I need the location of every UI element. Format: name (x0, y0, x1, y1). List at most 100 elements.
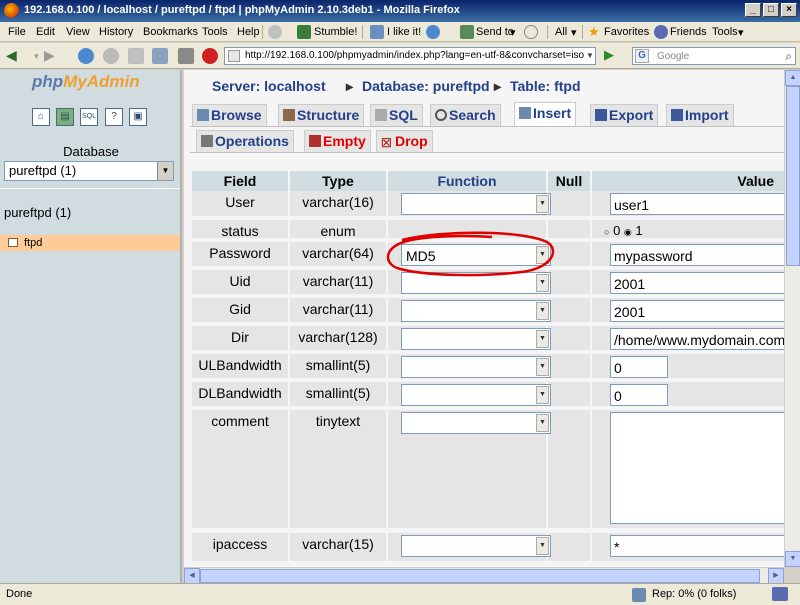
tab-empty[interactable]: Empty (304, 130, 371, 152)
breadcrumb-database[interactable]: Database: pureftpd (362, 78, 490, 94)
comment-textarea[interactable] (610, 412, 800, 524)
pinterest-icon[interactable] (202, 48, 218, 64)
thumbs-down-icon[interactable] (426, 25, 440, 39)
database-select[interactable]: pureftpd (1) ▼ (4, 161, 174, 181)
chevron-down-icon[interactable]: ▾ (738, 26, 744, 39)
chevron-down-icon[interactable]: ▼ (536, 330, 549, 348)
function-select[interactable]: ▼ (401, 412, 551, 434)
chevron-down-icon[interactable]: ▼ (536, 386, 549, 404)
menu-view[interactable]: View (66, 26, 90, 38)
value-input[interactable]: 2001 (610, 272, 800, 294)
sidebar-item-ftpd[interactable]: ftpd (0, 235, 180, 251)
database-name[interactable]: pureftpd (1) (4, 205, 71, 220)
scroll-thumb[interactable] (200, 569, 760, 583)
scroll-left-icon[interactable]: ◀ (184, 568, 200, 584)
chevron-down-icon[interactable]: ▼ (536, 195, 549, 213)
google-icon[interactable]: G (635, 49, 649, 63)
tab-search[interactable]: Search (430, 104, 501, 126)
function-select[interactable]: ▼ (401, 384, 551, 406)
function-select[interactable]: ▼ (401, 356, 551, 378)
chevron-down-icon[interactable]: ▼ (536, 358, 549, 376)
value-input[interactable]: mypassword (610, 244, 800, 266)
horizontal-scrollbar[interactable]: ◀ ▶ (184, 567, 784, 584)
chevron-down-icon[interactable]: ▼ (536, 537, 549, 555)
star-icon: ★ (588, 24, 600, 39)
sidebar-item-label: ftpd (24, 237, 43, 249)
value-input[interactable]: user1 (610, 193, 800, 215)
breadcrumb-table[interactable]: Table: ftpd (510, 78, 581, 94)
tab-sql[interactable]: SQL (370, 104, 423, 126)
friends-button[interactable]: Friends (670, 26, 707, 38)
chevron-down-icon[interactable]: ▼ (157, 162, 173, 180)
breadcrumb-server[interactable]: Server: localhost (212, 78, 326, 94)
function-select[interactable]: ▼ (401, 328, 551, 350)
reload-icon[interactable] (78, 48, 94, 64)
database-icon[interactable]: ▤ (56, 108, 74, 126)
phpmyadmin-logo[interactable]: phpMyAdmin (32, 72, 140, 92)
menu-file[interactable]: File (8, 26, 26, 38)
value-input[interactable]: * (610, 535, 800, 557)
tab-structure[interactable]: Structure (278, 104, 365, 126)
tools-menu[interactable]: Tools (712, 26, 738, 38)
home-icon[interactable]: ⌂ (32, 108, 50, 126)
addon-icon[interactable] (178, 48, 194, 64)
value-input[interactable]: /home/www.mydomain.com (610, 328, 800, 350)
chevron-down-icon[interactable]: ▼ (536, 414, 549, 432)
documentation-icon[interactable]: ? (105, 108, 123, 126)
radio-0-icon[interactable]: ○ (604, 227, 609, 237)
i-like-it-button[interactable]: I like it! (387, 26, 421, 38)
stumble-button[interactable]: Stumble! (314, 26, 357, 38)
speech-bubble-icon[interactable] (524, 25, 538, 39)
status-radio-group[interactable]: ○ 0 ◉ 1 (604, 223, 643, 238)
menu-edit[interactable]: Edit (36, 26, 55, 38)
menu-history[interactable]: History (99, 26, 133, 38)
column-header-function[interactable]: Function (388, 171, 546, 191)
close-button[interactable]: × (781, 3, 797, 17)
menu-separator (547, 25, 548, 39)
gear-icon[interactable] (268, 25, 282, 39)
tab-browse[interactable]: Browse (192, 104, 267, 126)
function-select[interactable]: ▼ (401, 193, 551, 215)
value-input[interactable]: 0 (610, 356, 668, 378)
field-type-cell: smallint(5) (290, 382, 386, 406)
magnifier-icon[interactable]: ⌕ (785, 49, 792, 64)
menu-tools[interactable]: Tools (202, 26, 228, 38)
minimize-button[interactable]: _ (745, 3, 761, 17)
tab-operations[interactable]: Operations (196, 130, 294, 152)
tab-export[interactable]: Export (590, 104, 659, 126)
chevron-down-icon[interactable]: ▾ (571, 26, 577, 39)
query-window-icon[interactable]: ▣ (129, 108, 147, 126)
forward-arrow-icon[interactable]: ▶ (44, 47, 60, 63)
maximize-button[interactable]: □ (763, 3, 779, 17)
sql-icon[interactable]: SQL (80, 108, 98, 126)
menu-help[interactable]: Help (237, 26, 260, 38)
search-input[interactable]: G Google ⌕ (632, 47, 796, 65)
home-icon[interactable] (128, 48, 144, 64)
tab-insert[interactable]: Insert (514, 102, 577, 126)
scroll-right-icon[interactable]: ▶ (768, 568, 784, 584)
menu-bookmarks[interactable]: Bookmarks (143, 26, 198, 38)
scroll-up-icon[interactable]: ▲ (785, 70, 800, 86)
all-dropdown[interactable]: All (555, 26, 567, 38)
vertical-scrollbar[interactable]: ▲ ▼ (784, 70, 800, 567)
chevron-down-icon[interactable]: ▼ (536, 302, 549, 320)
send-to-button[interactable]: Send to (476, 26, 514, 38)
scroll-thumb[interactable] (786, 86, 800, 266)
favorites-button[interactable]: Favorites (604, 26, 649, 38)
rep-status: Rep: 0% (0 folks) (652, 588, 737, 600)
bookmark-icon[interactable] (152, 48, 168, 64)
scroll-down-icon[interactable]: ▼ (785, 551, 800, 567)
chevron-down-icon[interactable]: ▼ (586, 51, 602, 67)
back-arrow-icon[interactable]: ◀ (6, 47, 22, 63)
value-input[interactable]: 0 (610, 384, 668, 406)
value-input[interactable]: 2001 (610, 300, 800, 322)
radio-1-icon[interactable]: ◉ (624, 227, 632, 237)
tab-drop[interactable]: ☒ Drop (376, 130, 433, 152)
stop-icon[interactable] (103, 48, 119, 64)
function-select[interactable]: ▼ (401, 300, 551, 322)
tab-import[interactable]: Import (666, 104, 734, 126)
go-arrow-icon[interactable]: ▶ (604, 47, 620, 63)
chevron-down-icon[interactable]: ▾ (510, 26, 516, 39)
url-bar[interactable]: http://192.168.0.100/phpmyadmin/index.ph… (224, 47, 596, 65)
function-select[interactable]: ▼ (401, 535, 551, 557)
